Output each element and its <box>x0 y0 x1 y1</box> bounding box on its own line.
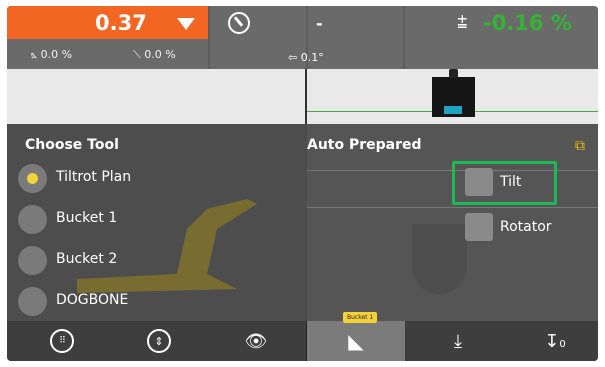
auto-prepared-title: Auto Prepared <box>307 137 422 153</box>
main-slope-value: ⟍ 0.0 % <box>133 48 176 61</box>
bucket-button[interactable]: ◣ <box>337 321 375 361</box>
excavator-eye-icon: 👁 <box>244 330 268 352</box>
tilt-checkbox[interactable] <box>465 168 493 196</box>
down-triangle-icon <box>177 18 195 30</box>
status-bar: 0.37 ⦩ 0.0 % ⟍ 0.0 % - ⇦ 0.1° ⩲ -0.16 % <box>7 6 598 69</box>
bucket-model <box>432 69 475 117</box>
option-label[interactable]: DOGBONE <box>56 292 128 308</box>
grade-percent: -0.16 % <box>483 11 572 35</box>
option-label[interactable]: Tiltrot Plan <box>56 169 131 185</box>
excavator-eye-button[interactable]: 👁 <box>237 321 275 361</box>
bottom-toolbar: Bucket 1 ⠿ ⇕ 👁 ◣ ⤓ ↧0 <box>7 312 598 361</box>
app-screen: 0.37 ⦩ 0.0 % ⟍ 0.0 % - ⇦ 0.1° ⩲ -0.16 % … <box>7 6 598 361</box>
zero-elevation-button[interactable]: ↧0 <box>536 321 574 361</box>
depth-panel[interactable]: 0.37 ⦩ 0.0 % ⟍ 0.0 % <box>7 6 208 69</box>
rotator-label[interactable]: Rotator <box>500 219 552 235</box>
info-arrows-button[interactable]: ⇕ <box>140 321 178 361</box>
keyboard-icon: ⠿ <box>50 329 74 353</box>
depth-indicator[interactable]: 0.37 <box>7 6 208 39</box>
radio-bucket-1[interactable] <box>18 205 47 234</box>
bucket-icon: ◣ <box>348 329 364 353</box>
divider <box>307 207 598 208</box>
auto-prepared-panel: Auto Prepared ⧉ Tilt Rotator <box>307 124 598 321</box>
level-icon: ⩲ <box>457 12 468 33</box>
radio-dogbone[interactable] <box>18 287 47 316</box>
heading-value: - <box>316 14 323 33</box>
grade-panel[interactable]: ⩲ -0.16 % <box>405 6 598 69</box>
down-arrow-zero-icon: ↧0 <box>544 330 566 352</box>
compass-icon <box>228 12 250 34</box>
main-slope-text: 0.0 % <box>144 48 176 61</box>
cross-slope-text: 0.0 % <box>40 48 73 61</box>
radio-bucket-2[interactable] <box>18 246 47 275</box>
info-arrows-icon: ⇕ <box>147 329 171 353</box>
option-label[interactable]: Bucket 2 <box>56 251 117 267</box>
angle-text: 0.1° <box>300 51 324 64</box>
choose-tool-panel: Choose Tool Tiltrot Plan Bucket 1 Bucket… <box>7 124 307 321</box>
angle-readout: ⇦ 0.1° <box>288 51 324 64</box>
option-label[interactable]: Bucket 1 <box>56 210 117 226</box>
choose-tool-title: Choose Tool <box>25 137 119 153</box>
scene-view[interactable] <box>7 69 598 124</box>
depth-value: 0.37 <box>95 11 147 35</box>
external-link-icon[interactable]: ⧉ <box>575 138 590 154</box>
toolbar-divider <box>306 321 307 361</box>
heading-panel[interactable]: - ⇦ 0.1° <box>288 6 403 69</box>
excavator-background-image <box>77 199 257 293</box>
rotator-checkbox[interactable] <box>465 213 493 241</box>
radio-tiltrot-plan[interactable] <box>18 164 47 193</box>
center-divider <box>305 69 307 124</box>
keyboard-button[interactable]: ⠿ <box>43 321 81 361</box>
tilt-label[interactable]: Tilt <box>500 174 521 190</box>
bucket-lift-button[interactable]: ⤓ <box>439 321 477 361</box>
bucket-lift-icon: ⤓ <box>454 330 462 352</box>
cross-slope-value: ⦩ 0.0 % <box>31 48 73 61</box>
bucket-silhouette <box>412 224 467 294</box>
